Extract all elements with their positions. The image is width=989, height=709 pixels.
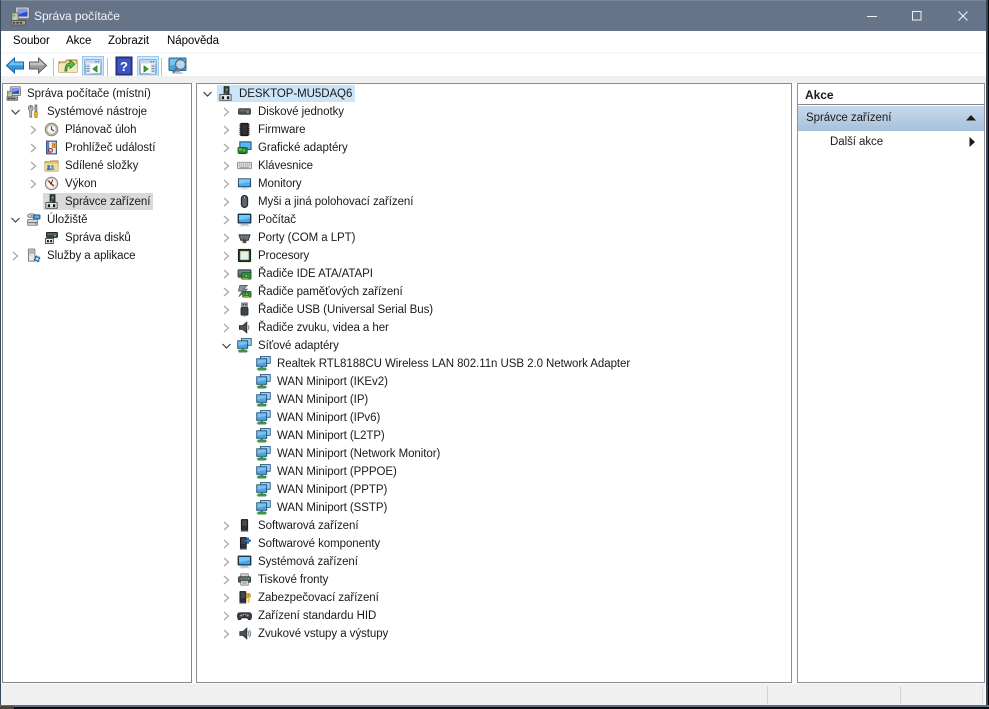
svg-text:?: ? <box>120 59 128 74</box>
